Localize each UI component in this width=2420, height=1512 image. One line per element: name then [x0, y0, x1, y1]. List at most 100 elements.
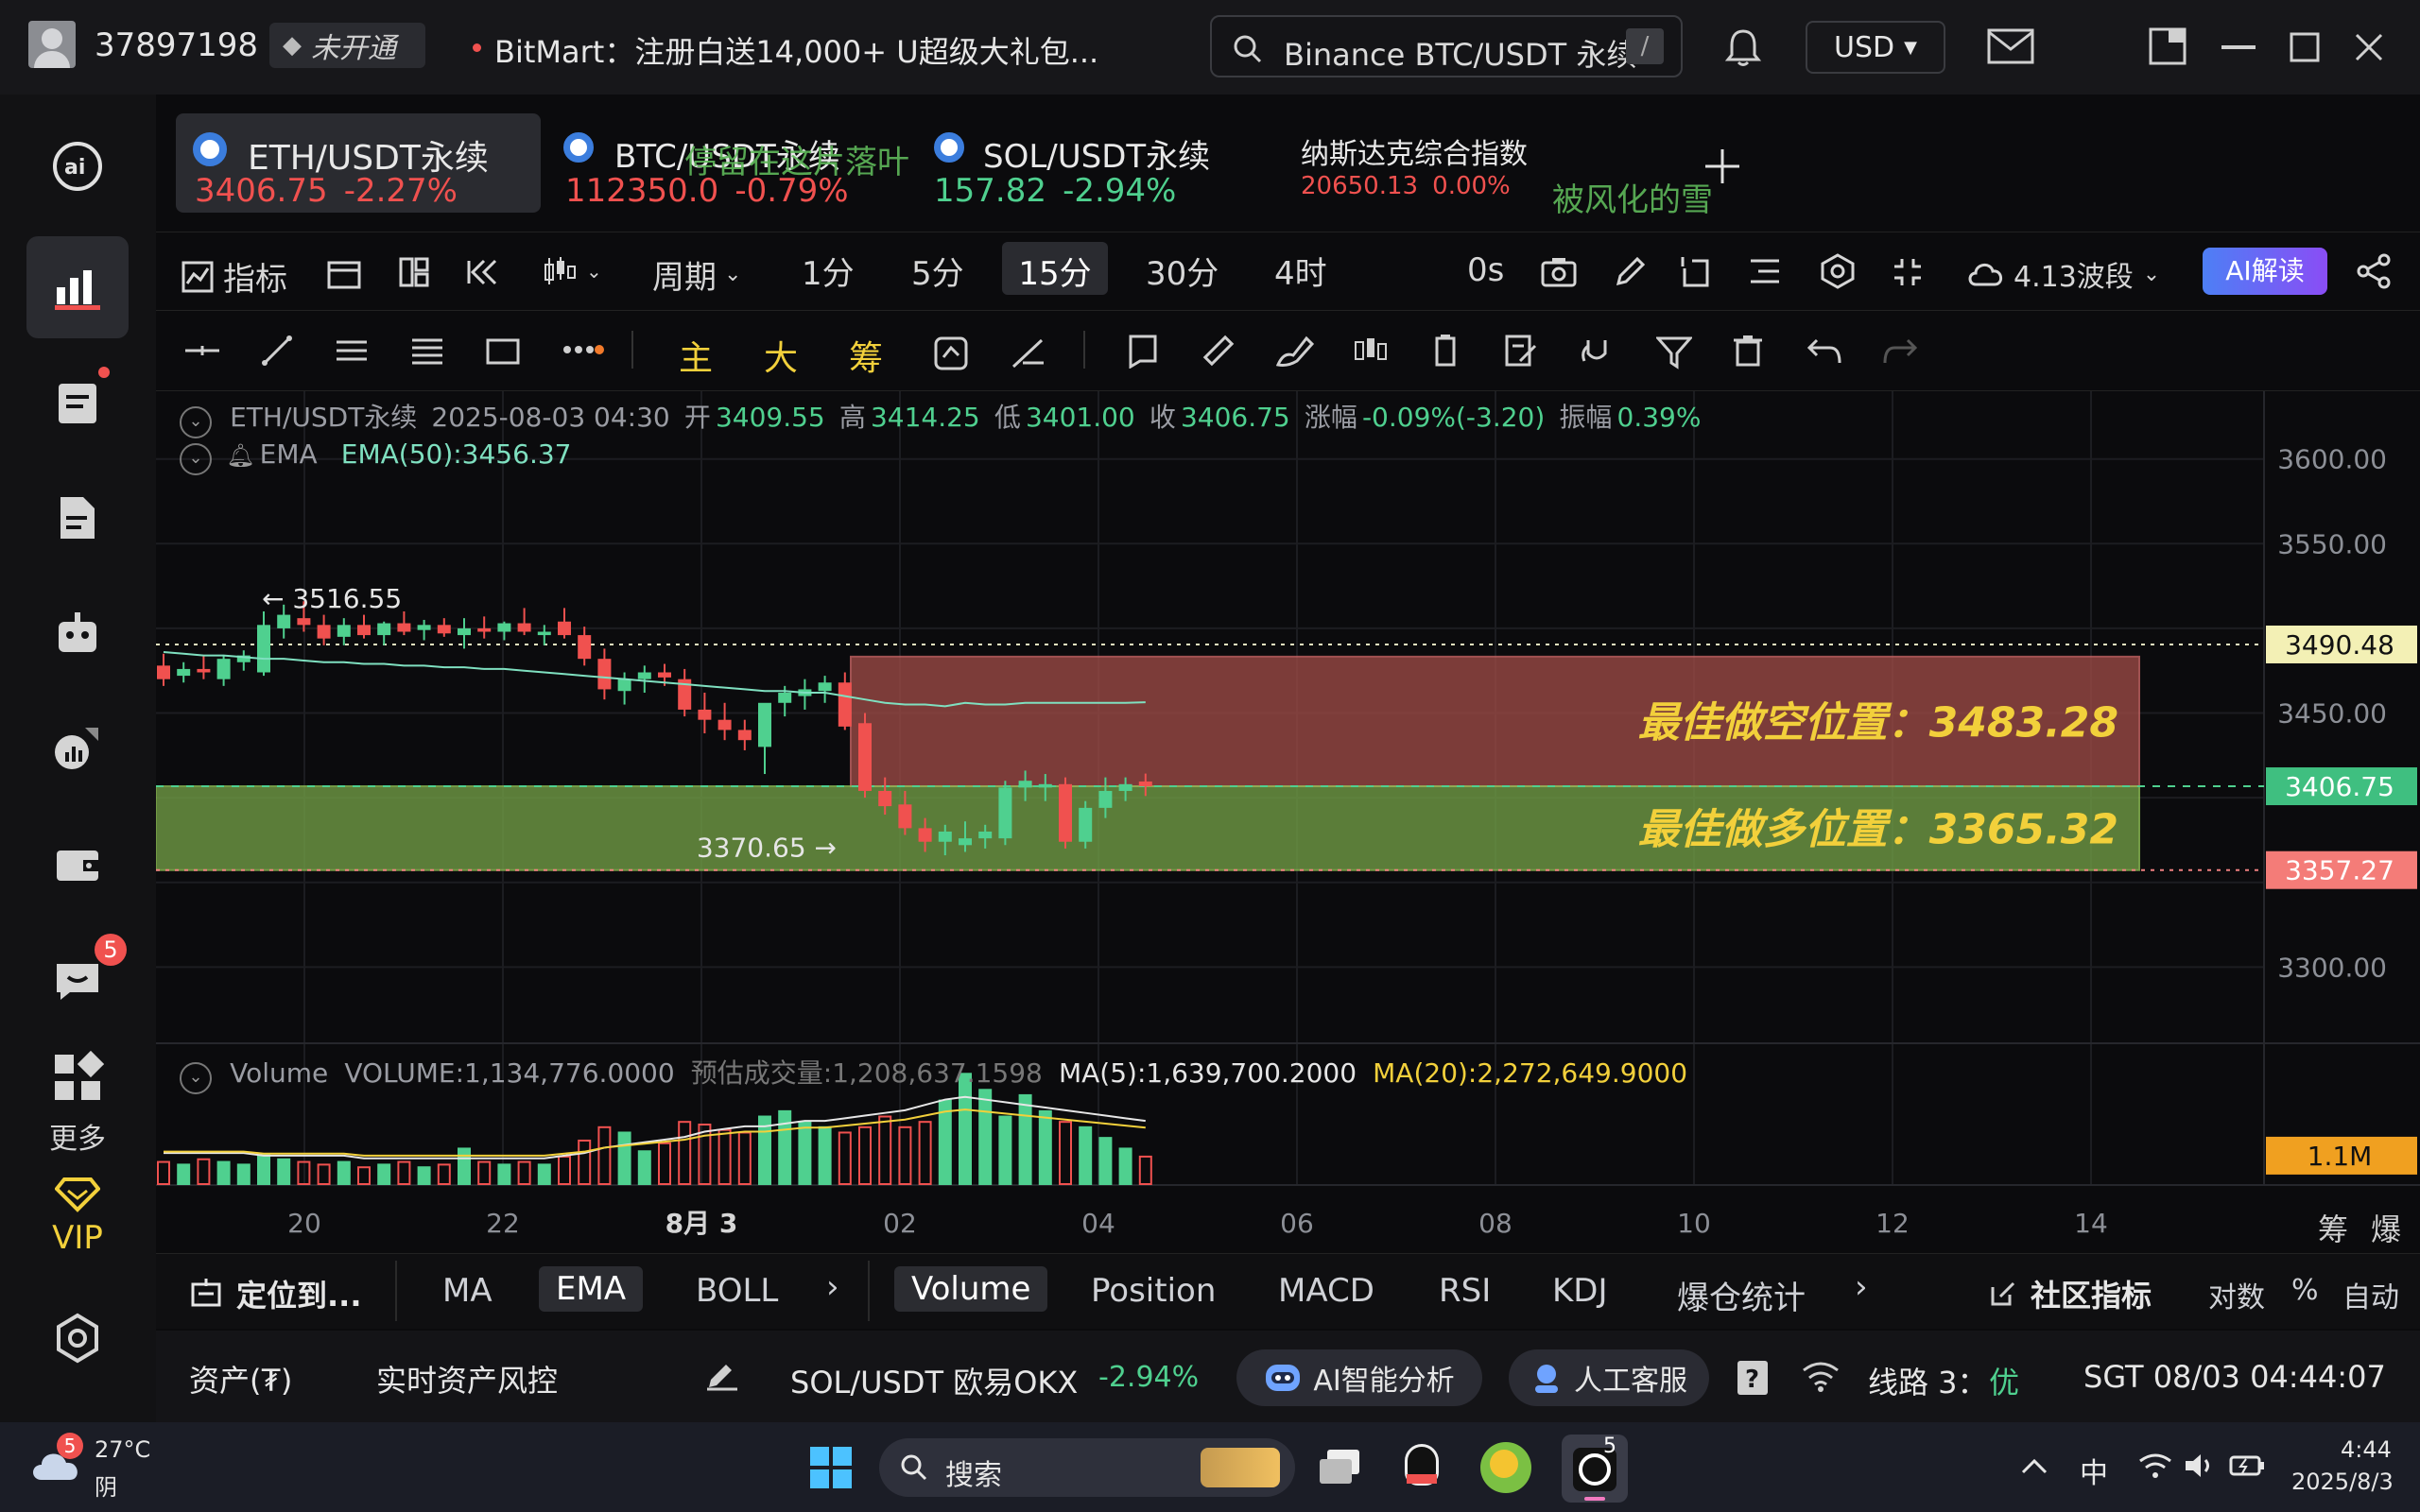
- edit-pencil-icon[interactable]: [705, 1361, 739, 1391]
- layout-split-icon[interactable]: [399, 257, 429, 287]
- tab-position[interactable]: Position: [1091, 1272, 1216, 1310]
- burst-toggle[interactable]: 爆: [2371, 1206, 2401, 1249]
- candlestick-chart[interactable]: 最佳做空位置：3483.28 最佳做多位置：3365.32 ← 3516.55 337…: [156, 391, 2420, 1251]
- tab-ema[interactable]: EMA: [539, 1266, 644, 1312]
- search-box[interactable]: Binance BTC/USDT 永续 /: [1210, 15, 1683, 77]
- share-icon[interactable]: [2356, 253, 2392, 289]
- sidebar-item-chart[interactable]: [26, 236, 129, 338]
- camera-icon[interactable]: [1541, 255, 1577, 287]
- tab-ma[interactable]: MA: [442, 1272, 493, 1310]
- chevron-right-icon[interactable]: ›: [1855, 1268, 1868, 1306]
- interval-15m[interactable]: 15分: [1002, 242, 1108, 295]
- pen-icon[interactable]: [1613, 255, 1647, 289]
- chips-toggle[interactable]: 筹: [2318, 1206, 2348, 1249]
- ticker-label[interactable]: SOL/USDT 欧易OKX: [790, 1359, 1078, 1402]
- main-indicator-toggle[interactable]: 主: [679, 331, 713, 380]
- collapse-circle-icon[interactable]: ⌄: [180, 405, 212, 438]
- sidebar-item-bot[interactable]: [26, 582, 129, 684]
- taskbar-app-browser[interactable]: [1480, 1442, 1531, 1493]
- auto-toggle[interactable]: 自动: [2342, 1274, 2399, 1315]
- taskbar-app-aicoin[interactable]: 5: [1562, 1435, 1628, 1503]
- wave-select[interactable]: 4.13波段 ⌄: [1966, 253, 2160, 295]
- collapse-circle-icon[interactable]: ⌄: [180, 442, 212, 475]
- alarm-bell-icon[interactable]: 🔔︎: [226, 442, 254, 469]
- sidebar-item-analytics[interactable]: [26, 697, 129, 799]
- tab-eth[interactable]: ETH/USDT永续 3406.75 -2.27%: [176, 113, 541, 213]
- bell-icon[interactable]: [1722, 26, 1764, 68]
- undo-icon[interactable]: [1806, 336, 1843, 365]
- big-order-toggle[interactable]: 大: [764, 331, 798, 380]
- layout-icon[interactable]: [2148, 26, 2187, 66]
- bookmark-icon[interactable]: [1127, 333, 1159, 369]
- filter-icon[interactable]: [1656, 335, 1692, 370]
- add-tab-icon[interactable]: [1703, 147, 1741, 185]
- customer-service-button[interactable]: 人工客服: [1509, 1349, 1709, 1406]
- sidebar-item-vip[interactable]: VIP: [26, 1172, 129, 1266]
- calendar-icon[interactable]: [327, 257, 361, 289]
- rewind-icon[interactable]: [465, 257, 499, 287]
- interval-4h[interactable]: 4时: [1274, 248, 1327, 294]
- tab-kdj[interactable]: KDJ: [1552, 1272, 1608, 1310]
- fib-icon[interactable]: [410, 336, 444, 365]
- tab-boll[interactable]: BOLL: [696, 1272, 778, 1310]
- maximize-icon[interactable]: [2290, 32, 2320, 62]
- ai-analysis-button[interactable]: AI智能分析: [1236, 1349, 1482, 1406]
- ai-read-button[interactable]: AI解读: [2203, 248, 2327, 295]
- chevron-up-icon[interactable]: [2021, 1457, 2048, 1476]
- interval-30m[interactable]: 30分: [1146, 248, 1219, 294]
- taskbar-app-taskview[interactable]: [1316, 1442, 1369, 1495]
- brush-icon[interactable]: [1274, 333, 1314, 369]
- tab-nasdaq[interactable]: 纳斯达克综合指数 20650.13 0.00%: [1286, 113, 1569, 213]
- sidebar-item-orders[interactable]: [26, 352, 129, 454]
- interval-5m[interactable]: 5分: [911, 248, 964, 294]
- list-icon[interactable]: [1749, 257, 1781, 285]
- trend-line-icon[interactable]: [261, 335, 293, 367]
- ruler-icon[interactable]: [1201, 333, 1236, 369]
- sidebar-item-wallet[interactable]: [26, 813, 129, 915]
- minimize-icon[interactable]: [2221, 45, 2256, 51]
- tab-macd[interactable]: MACD: [1278, 1272, 1374, 1310]
- tab-rsi[interactable]: RSI: [1439, 1272, 1491, 1310]
- ime-indicator[interactable]: 中: [2080, 1450, 2108, 1491]
- wifi-icon[interactable]: [2138, 1452, 2172, 1480]
- mail-icon[interactable]: [1987, 28, 2034, 64]
- vip-status-badge[interactable]: ◆ 未开通: [269, 23, 425, 68]
- taskbar-search[interactable]: 搜索: [879, 1438, 1295, 1497]
- currency-select[interactable]: USD ▼: [1806, 21, 1945, 74]
- sync-icon[interactable]: [932, 335, 970, 372]
- edit-note-icon[interactable]: [1503, 333, 1539, 369]
- windows-start-icon[interactable]: [809, 1446, 853, 1489]
- add-window-icon[interactable]: [1679, 255, 1713, 289]
- trash-icon[interactable]: [1732, 333, 1764, 369]
- parallel-channel-icon[interactable]: [335, 336, 369, 365]
- percent-toggle[interactable]: %: [2291, 1274, 2319, 1307]
- line-label[interactable]: 线路 3：: [1868, 1359, 1988, 1402]
- horizontal-line-icon[interactable]: [183, 336, 221, 365]
- collapse-circle-icon[interactable]: ⌄: [180, 1061, 212, 1094]
- risk-label[interactable]: 实时资产风控: [376, 1357, 558, 1400]
- rectangle-icon[interactable]: [486, 338, 520, 365]
- more-dots-icon[interactable]: [562, 342, 605, 357]
- search-input[interactable]: Binance BTC/USDT 永续: [1284, 31, 1636, 75]
- weather-widget[interactable]: 5 27°C 阴: [28, 1433, 180, 1501]
- taskbar-app-qq[interactable]: [1395, 1440, 1448, 1497]
- clock-time[interactable]: 4:44: [2341, 1436, 2392, 1463]
- chart-type-select[interactable]: ⌄: [543, 255, 602, 287]
- collapse-icon[interactable]: [1891, 255, 1925, 289]
- log-toggle[interactable]: 对数: [2208, 1274, 2265, 1315]
- chevron-right-icon[interactable]: ›: [826, 1268, 839, 1306]
- measure-icon[interactable]: [1010, 335, 1047, 372]
- clock-date[interactable]: 2025/8/3: [2291, 1469, 2394, 1495]
- tab-sol[interactable]: SOL/USDT永续 157.82 -2.94%: [925, 113, 1265, 213]
- tab-volume[interactable]: Volume: [894, 1266, 1048, 1312]
- locate-button[interactable]: 定位到...: [189, 1272, 361, 1315]
- sidebar-logo[interactable]: ai: [26, 115, 129, 217]
- period-select[interactable]: 周期 ⌄: [652, 251, 741, 298]
- chart-area[interactable]: 最佳做空位置：3483.28 最佳做多位置：3365.32 ← 3516.55 337…: [156, 391, 2420, 1251]
- community-indicator-button[interactable]: 社区指标: [1989, 1272, 2152, 1315]
- indicator-button[interactable]: 指标: [182, 253, 287, 300]
- settings-icon[interactable]: [1821, 253, 1855, 289]
- redo-icon[interactable]: [1881, 336, 1919, 365]
- candle-tool-icon[interactable]: [1352, 333, 1390, 369]
- help-icon[interactable]: ?: [1736, 1359, 1770, 1397]
